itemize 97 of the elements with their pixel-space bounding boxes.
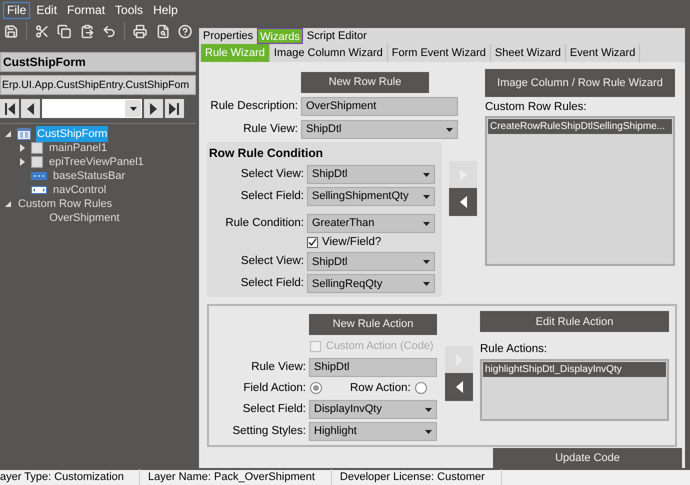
field-label: Select View: xyxy=(240,166,304,182)
field-label: Field Action: xyxy=(242,380,306,396)
printer-icon[interactable] xyxy=(133,24,148,38)
dropdown-field[interactable]: ShipDtl xyxy=(307,252,435,272)
field-label: Row Action: xyxy=(350,380,411,396)
dropdown-field[interactable]: DisplayInvQty xyxy=(309,400,437,419)
tree-item[interactable]: baseStatusBar xyxy=(52,168,126,184)
left-arrow-icon xyxy=(456,381,462,394)
remove-arrow-button[interactable] xyxy=(449,188,477,216)
next-record-icon xyxy=(148,102,159,114)
tab[interactable]: Properties xyxy=(201,28,256,44)
checkbox[interactable] xyxy=(307,237,318,248)
copy-icon[interactable] xyxy=(57,24,72,38)
last-record-icon xyxy=(169,102,180,114)
previous-record-icon xyxy=(25,102,36,114)
dropdown-field[interactable]: SellingReqQty xyxy=(307,274,435,294)
checkbox-label: Custom Action (Code) xyxy=(326,339,434,354)
dropdown-field[interactable]: ShipDtl xyxy=(307,165,435,184)
tab[interactable]: Image Column Wizard xyxy=(270,44,388,62)
field-label: Select View: xyxy=(240,254,304,270)
help-icon[interactable] xyxy=(178,24,192,38)
dropdown-field[interactable]: Highlight xyxy=(309,422,437,441)
panel-icon xyxy=(31,156,43,168)
caret-icon xyxy=(423,194,430,198)
menu-item[interactable]: Format xyxy=(63,2,110,18)
field-label: Rule View: xyxy=(250,360,306,375)
menu-item[interactable]: Help xyxy=(149,2,182,18)
dropdown-field[interactable]: SellingShipmentQty xyxy=(307,187,435,206)
save-icon[interactable] xyxy=(4,24,18,38)
new-row-rule-button[interactable]: New Row Rule xyxy=(301,72,429,93)
collapse-arrow-icon[interactable] xyxy=(5,201,11,207)
radio-button[interactable] xyxy=(310,382,322,394)
status-text: ayer Type: Customization xyxy=(0,469,140,485)
list-item[interactable]: CreateRowRuleShipDtlSellingShipme... xyxy=(488,119,672,134)
form-title: CustShipForm xyxy=(0,52,196,72)
caret-icon xyxy=(423,222,430,226)
list-label: Rule Actions: xyxy=(480,342,548,358)
field-label: Select Field: xyxy=(240,188,304,204)
caret-icon xyxy=(425,408,432,412)
first-record-icon xyxy=(4,102,15,114)
next-record-button[interactable] xyxy=(144,99,163,118)
text-field[interactable]: ShipDtl xyxy=(309,358,437,377)
status-text: Layer Name: Pack_OverShipment xyxy=(140,469,332,485)
scissors-icon[interactable] xyxy=(35,24,50,38)
expand-arrow-icon[interactable] xyxy=(20,144,24,152)
tab[interactable]: Script Editor xyxy=(304,28,369,44)
caret-icon xyxy=(423,260,430,264)
menu-item[interactable]: Edit xyxy=(32,2,62,18)
field-label: Rule Condition: xyxy=(224,216,304,231)
field-label: Setting Styles: xyxy=(231,424,306,439)
group-title: Row Rule Condition xyxy=(209,145,324,162)
tree-item[interactable]: Custom Row Rules xyxy=(17,196,114,212)
last-record-button[interactable] xyxy=(165,99,184,118)
caret-icon xyxy=(130,106,136,110)
remove-arrow-button[interactable] xyxy=(445,373,473,402)
caret-icon xyxy=(425,430,432,434)
dropdown-field[interactable]: GreaterThan xyxy=(307,214,435,233)
first-record-button[interactable] xyxy=(0,99,19,118)
panel-icon xyxy=(31,142,43,154)
tab[interactable]: Sheet Wizard xyxy=(490,44,566,62)
caret-icon xyxy=(446,128,453,132)
tree-item[interactable]: epiTreeViewPanel1 xyxy=(48,154,145,170)
paste-icon[interactable] xyxy=(80,24,94,38)
update-code-button[interactable]: Update Code xyxy=(493,448,682,469)
navigation-icon xyxy=(31,186,47,194)
status-text: Developer License: Customer xyxy=(332,469,502,485)
field-label: Rule View: xyxy=(242,122,298,137)
undo-icon[interactable] xyxy=(102,24,116,38)
assembly-name: Erp.UI.App.CustShipEntry.CustShipFom xyxy=(0,75,196,95)
collapse-arrow-icon[interactable] xyxy=(5,131,11,137)
row-rule-wizard-button[interactable]: Image Column / Row Rule Wizard xyxy=(485,69,675,97)
text-field[interactable]: OverShipment xyxy=(301,97,458,116)
expand-arrow-icon[interactable] xyxy=(20,158,24,166)
form-icon xyxy=(17,128,31,140)
tree-item[interactable]: OverShipment xyxy=(48,210,120,226)
edit-rule-action-button[interactable]: Edit Rule Action xyxy=(480,311,669,332)
checkbox-label: View/Field? xyxy=(322,235,382,250)
caret-icon xyxy=(423,282,430,286)
field-label: Select Field: xyxy=(242,402,306,417)
dropdown-field[interactable]: ShipDtl xyxy=(301,120,458,139)
field-label: Select Field: xyxy=(240,276,304,292)
tab[interactable]: Form Event Wizard xyxy=(388,44,491,62)
tab[interactable]: Event Wizard xyxy=(566,44,640,62)
caret-icon xyxy=(423,172,430,176)
search-document-icon[interactable] xyxy=(156,24,170,38)
tree-item[interactable]: navControl xyxy=(52,182,108,198)
new-rule-action-button[interactable]: New Rule Action xyxy=(309,314,437,335)
menu-item[interactable]: Tools xyxy=(111,2,148,18)
previous-record-button[interactable] xyxy=(21,99,40,118)
list-item[interactable]: highlightShipDtl_DisplayInvQty xyxy=(483,362,666,376)
menu-item[interactable]: File xyxy=(3,2,30,18)
status-bar-icon xyxy=(31,172,47,180)
tree-item[interactable]: mainPanel1 xyxy=(48,140,108,156)
list-label: Custom Row Rules: xyxy=(485,100,588,115)
left-arrow-icon xyxy=(460,196,466,208)
radio-button[interactable] xyxy=(414,382,427,394)
field-label: Rule Description: xyxy=(209,98,298,114)
